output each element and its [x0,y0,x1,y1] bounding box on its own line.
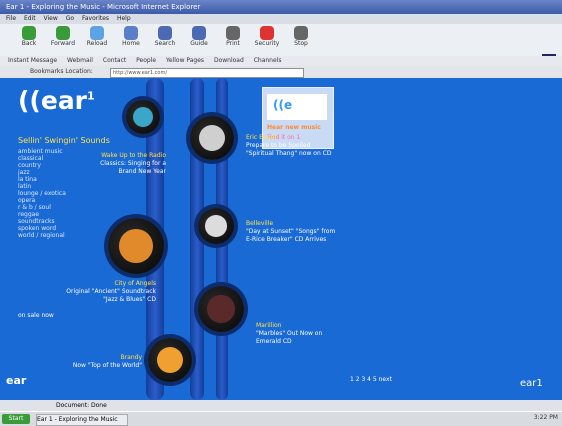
quick-link[interactable]: Channels [254,57,282,64]
security-icon [260,26,274,40]
site-logo[interactable]: ((ear1 [18,86,95,115]
genre-link[interactable]: r & b / soul [18,204,66,211]
menu-file[interactable]: File [6,15,16,22]
search-button[interactable]: Search [150,26,180,47]
menu-bar: File Edit View Go Favorites Help [0,14,562,24]
artist-image [156,346,184,374]
menu-help[interactable]: Help [117,15,131,22]
forward-icon [56,26,70,40]
url-input[interactable]: http://www.ear1.com/ [110,68,304,78]
album-bubble[interactable] [148,338,192,382]
menu-edit[interactable]: Edit [24,15,36,22]
stop-button[interactable]: Stop [286,26,316,47]
print-icon [226,26,240,40]
globe-image [132,106,154,128]
web-page: ((ear1 Sellin' Swingin' Sounds ambient m… [0,78,562,400]
genre-link[interactable]: la tina [18,176,66,183]
caption[interactable]: Wake Up to the Radio Classics: Singing fo… [96,152,166,176]
album-bubble[interactable] [126,100,160,134]
system-tray-clock: 3:22 PM [533,414,558,421]
quick-link[interactable]: Yellow Pages [166,57,204,64]
status-bar: Document: Done [0,400,562,411]
print-button[interactable]: Print [218,26,248,47]
guide-icon [192,26,206,40]
genre-link[interactable]: world / regional [18,232,66,239]
album-bubble[interactable] [198,286,244,332]
quick-link[interactable]: People [136,57,156,64]
forward-button[interactable]: Forward [48,26,78,47]
sale-text: on sale now [18,312,54,319]
address-label: Bookmarks Location: [30,68,93,75]
stop-icon [294,26,308,40]
genre-link[interactable]: soundtracks [18,218,66,225]
search-icon [158,26,172,40]
album-bubble[interactable] [198,208,234,244]
back-button[interactable]: Back [14,26,44,47]
guide-button[interactable]: Guide [184,26,214,47]
status-text: Document: Done [56,402,107,409]
brand-mark: ear1 [520,378,543,389]
quick-link[interactable]: Contact [103,57,126,64]
start-button[interactable]: Start [2,414,30,424]
artist-image [207,295,235,323]
caption[interactable]: Marillion "Marbles" Out Now on Emerald CD [256,322,346,346]
genre-link[interactable]: spoken word [18,225,66,232]
caption[interactable]: Brandy Now "Top of the World" [56,354,142,370]
artist-image [119,229,153,263]
quick-links-bar: Instant Message Webmail Contact People Y… [0,56,562,66]
album-bubble[interactable] [108,218,164,274]
genre-link[interactable]: country [18,162,66,169]
back-icon [22,26,36,40]
caption[interactable]: Belleville "Day at Sunset" "Songs" from E… [246,220,338,244]
menu-view[interactable]: View [44,15,58,22]
home-button[interactable]: Home [116,26,146,47]
browser-window: Ear 1 - Exploring the Music - Microsoft … [0,0,562,426]
reload-icon [90,26,104,40]
promo-line: Hear new music [267,124,321,131]
window-title: Ear 1 - Exploring the Music - Microsoft … [6,3,201,11]
genre-list: ambient music classical country jazz la … [18,148,66,239]
album-bubble[interactable] [190,116,234,160]
home-icon [124,26,138,40]
genre-link[interactable]: opera [18,197,66,204]
promo-image: ((e [267,94,327,120]
security-button[interactable]: Security [252,26,282,47]
pager[interactable]: 1 2 3 4 5 next [350,376,392,383]
quick-link[interactable]: Download [214,57,244,64]
genre-link[interactable]: jazz [18,169,66,176]
genre-link[interactable]: classical [18,155,66,162]
caption[interactable]: Eric Benét Prepare to be Spoiled "Spiritu… [246,134,336,158]
title-bar: Ear 1 - Exploring the Music - Microsoft … [0,0,562,14]
genre-link[interactable]: latin [18,183,66,190]
footer-logo[interactable]: ear [6,374,26,387]
menu-go[interactable]: Go [66,15,74,22]
genre-link[interactable]: ambient music [18,148,66,155]
taskbar-item[interactable]: Ear 1 - Exploring the Music [36,414,128,426]
caption[interactable]: City of Angels Original "Ancient" Soundtr… [56,280,156,304]
quick-link[interactable]: Instant Message [8,57,57,64]
genre-link[interactable]: reggae [18,211,66,218]
reload-button[interactable]: Reload [82,26,112,47]
ear-mark-icon: ((e [273,98,293,112]
menu-favorites[interactable]: Favorites [82,15,109,22]
side-header: Sellin' Swingin' Sounds [18,136,110,145]
taskbar: Start Ear 1 - Exploring the Music 3:22 P… [0,411,562,426]
quick-link[interactable]: Webmail [67,57,93,64]
genre-link[interactable]: lounge / exotica [18,190,66,197]
artist-image [198,124,226,152]
nav-toolbar: Back Forward Reload Home Search Guide Pr… [0,24,562,70]
artist-image [205,215,227,237]
